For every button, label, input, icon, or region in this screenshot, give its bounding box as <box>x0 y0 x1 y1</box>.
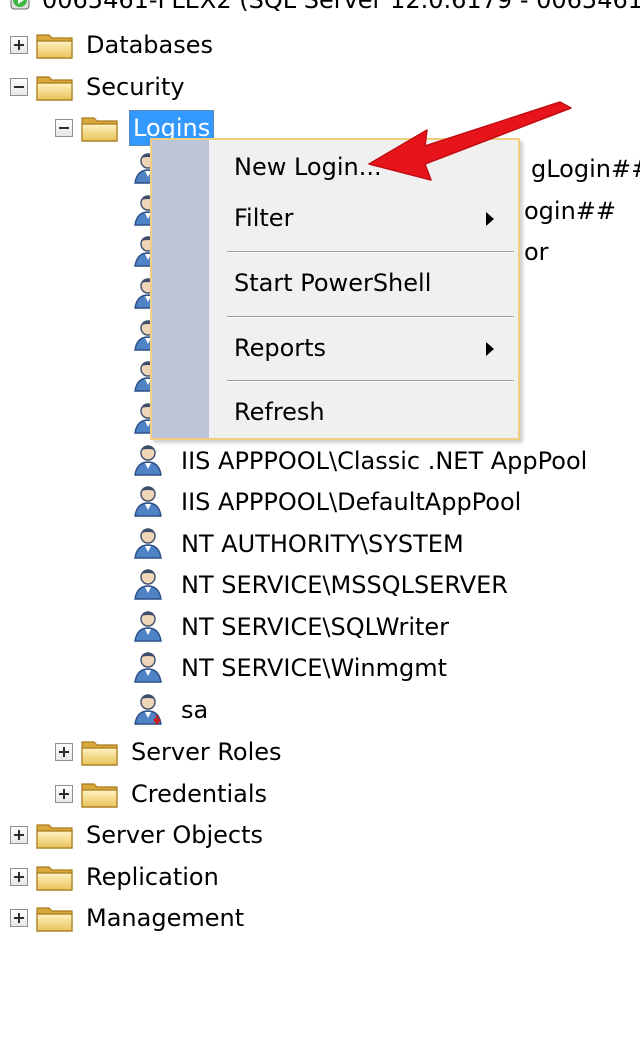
menu-item-filter[interactable]: Filter <box>209 198 518 238</box>
tree-node-server-objects[interactable]: Server Objects <box>10 815 265 855</box>
menu-separator <box>227 380 514 382</box>
server-node-label: 0065461-FLEX2 (SQL Server 12.0.6179 - 00… <box>42 0 640 14</box>
menu-item-reports[interactable]: Reports <box>209 328 518 368</box>
plus-icon[interactable] <box>55 785 73 803</box>
menu-item-label: Filter <box>234 204 294 232</box>
folder-icon <box>36 30 74 60</box>
folder-icon <box>36 72 74 102</box>
folder-icon <box>81 779 119 809</box>
login-item[interactable]: NT SERVICE\Winmgmt <box>133 648 449 688</box>
login-item[interactable]: IIS APPPOOL\DefaultAppPool <box>133 482 523 522</box>
submenu-arrow-icon <box>486 212 494 226</box>
login-label-partial: gLogin## <box>531 155 640 183</box>
context-menu: New Login... Filter Start PowerShell Rep… <box>150 138 520 440</box>
menu-item-new-login[interactable]: New Login... <box>209 147 518 187</box>
login-label: IIS APPPOOL\DefaultAppPool <box>181 488 522 516</box>
submenu-arrow-icon <box>486 342 494 356</box>
login-item-sa[interactable]: sa <box>133 690 210 730</box>
user-icon <box>133 527 167 561</box>
folder-icon <box>81 737 119 767</box>
user-icon <box>133 651 167 685</box>
menu-item-label: Start PowerShell <box>234 269 432 297</box>
login-label: IIS APPPOOL\Classic .NET AppPool <box>181 447 588 475</box>
menu-separator <box>227 251 514 253</box>
minus-icon[interactable] <box>10 78 28 96</box>
login-label-partial: ogin## <box>524 197 617 225</box>
minus-icon[interactable] <box>55 119 73 137</box>
login-label: NT SERVICE\SQLWriter <box>181 613 450 641</box>
menu-item-start-powershell[interactable]: Start PowerShell <box>209 263 518 303</box>
plus-icon[interactable] <box>10 909 28 927</box>
user-disabled-icon <box>133 693 167 725</box>
login-item[interactable]: IIS APPPOOL\Classic .NET AppPool <box>133 441 589 481</box>
login-label: NT SERVICE\Winmgmt <box>181 654 447 682</box>
menu-separator <box>227 316 514 318</box>
tree-node-credentials[interactable]: Credentials <box>55 774 269 814</box>
folder-icon <box>36 820 74 850</box>
tree-node-security[interactable]: Security <box>10 67 187 107</box>
login-item[interactable]: NT SERVICE\SQLWriter <box>133 607 451 647</box>
login-label: sa <box>181 696 209 724</box>
plus-icon[interactable] <box>10 826 28 844</box>
folder-icon <box>36 903 74 933</box>
login-label: NT SERVICE\MSSQLSERVER <box>181 571 508 599</box>
tree-node-replication[interactable]: Replication <box>10 857 221 897</box>
user-icon <box>133 610 167 644</box>
folder-icon <box>36 862 74 892</box>
server-icon <box>10 0 30 10</box>
menu-item-refresh[interactable]: Refresh <box>209 392 518 432</box>
object-explorer: 0065461-FLEX2 (SQL Server 12.0.6179 - 00… <box>0 0 640 1040</box>
tree-node-management[interactable]: Management <box>10 898 246 938</box>
tree-node-label: Server Roles <box>131 738 282 766</box>
menu-item-label: New Login... <box>234 153 382 181</box>
user-icon <box>133 485 167 519</box>
tree-node-label: Server Objects <box>86 821 263 849</box>
tree-node-server-roles[interactable]: Server Roles <box>55 732 284 772</box>
login-item[interactable]: NT AUTHORITY\SYSTEM <box>133 524 466 564</box>
tree-node-label: Credentials <box>131 780 268 808</box>
user-icon <box>133 444 167 478</box>
server-node[interactable]: 0065461-FLEX2 (SQL Server 12.0.6179 - 00… <box>8 0 640 20</box>
folder-icon <box>81 113 119 143</box>
tree-node-label: Replication <box>86 863 219 891</box>
login-label: NT AUTHORITY\SYSTEM <box>181 530 464 558</box>
plus-icon[interactable] <box>55 743 73 761</box>
user-icon <box>133 568 167 602</box>
menu-item-label: Reports <box>234 334 327 362</box>
menu-item-label: Refresh <box>234 398 325 426</box>
plus-icon[interactable] <box>10 868 28 886</box>
plus-icon[interactable] <box>10 36 28 54</box>
menu-gutter <box>152 140 209 438</box>
tree-node-label: Security <box>86 73 185 101</box>
tree-node-label: Management <box>86 904 245 932</box>
tree-node-label: Databases <box>86 31 214 59</box>
login-item[interactable]: NT SERVICE\MSSQLSERVER <box>133 565 510 605</box>
tree-node-databases[interactable]: Databases <box>10 25 215 65</box>
login-label-partial: or <box>524 238 549 266</box>
